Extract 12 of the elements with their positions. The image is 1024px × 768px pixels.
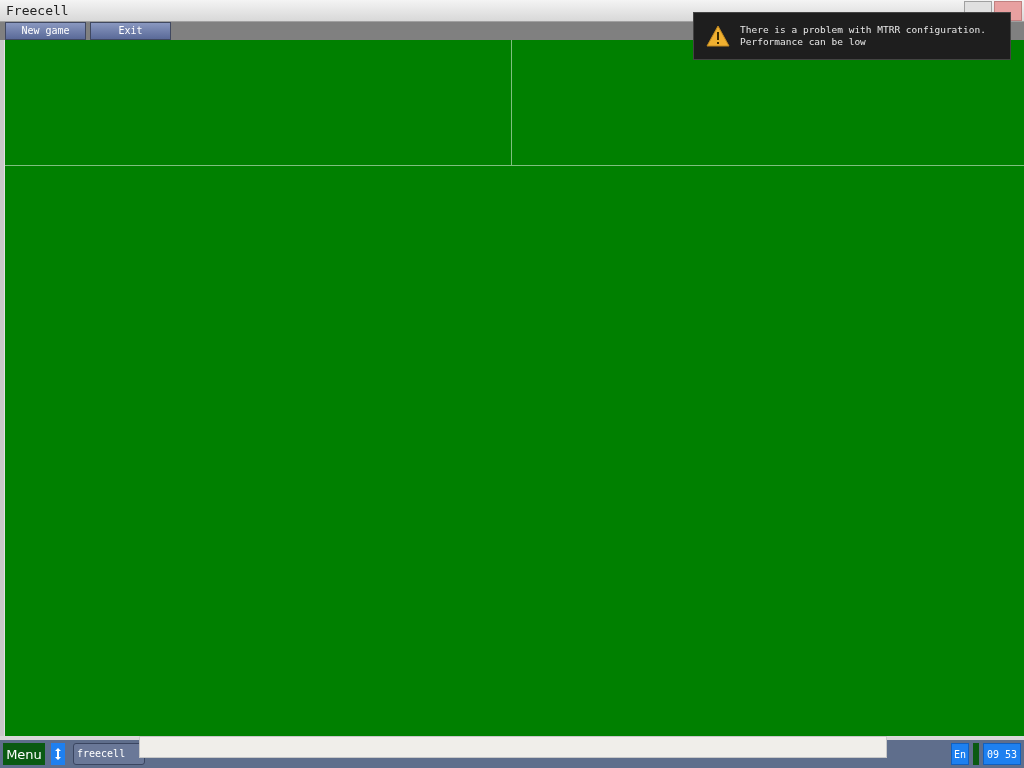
menu-button[interactable]: Menu [3,743,45,765]
clock: 09 53 [983,743,1021,765]
status-bar-indicator [973,743,979,765]
window-title: Freecell [6,1,69,20]
notification-text: There is a problem with MTRR configuration. [740,24,986,36]
language-indicator[interactable]: En [951,743,969,765]
notification-text: Performance can be low [740,36,867,48]
toolbar-button[interactable]: New game [5,22,86,40]
task-button[interactable]: freecell [73,743,145,765]
warning-icon [706,25,730,47]
arrows-icon[interactable] [51,743,65,765]
toolbar-button[interactable]: Exit [90,22,171,40]
